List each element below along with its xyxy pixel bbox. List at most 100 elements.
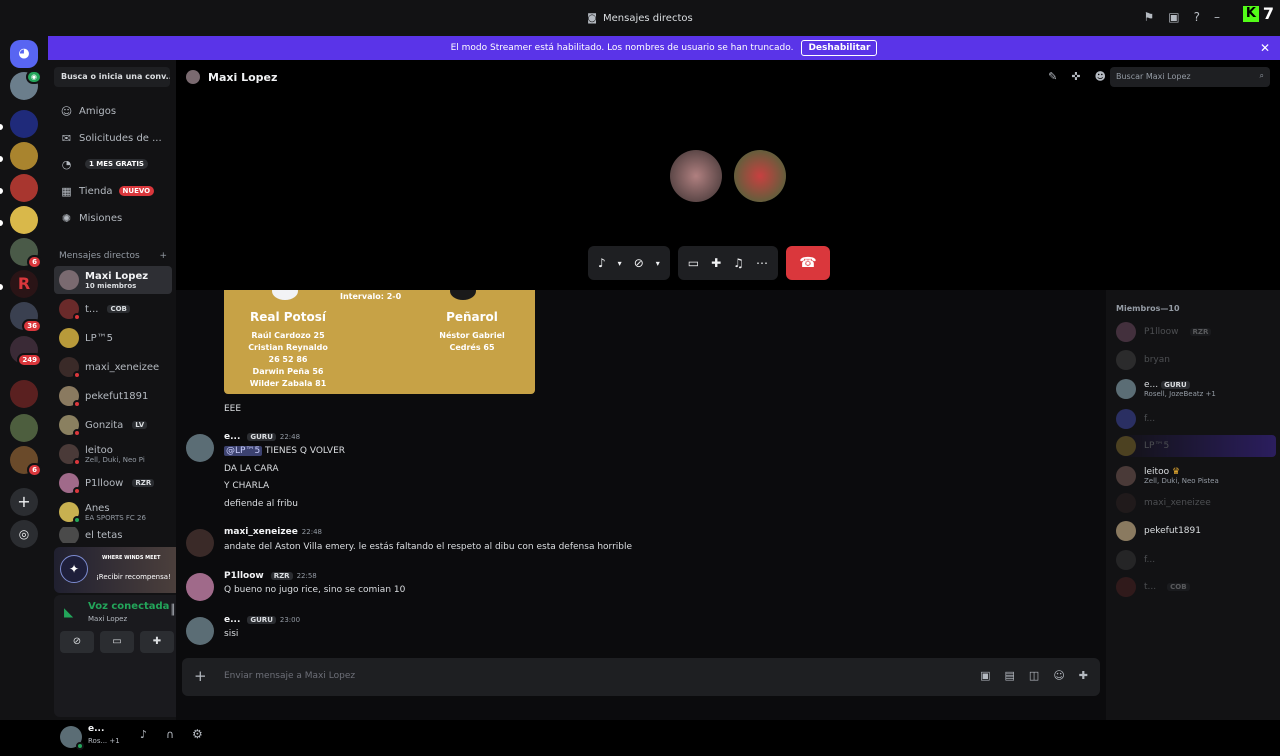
avatar[interactable]: [186, 573, 214, 601]
dm-item[interactable]: t... COB: [54, 295, 172, 323]
server-icon[interactable]: [10, 174, 38, 202]
dm-item[interactable]: leitoo Zell, Duki, Neo Pi: [54, 440, 172, 468]
nav-quests[interactable]: ✺ Misiones: [54, 206, 172, 230]
member-item[interactable]: t... COB: [1116, 576, 1190, 598]
author-name[interactable]: e...: [224, 615, 240, 625]
member-item[interactable]: bryan: [1116, 349, 1170, 371]
server-icon[interactable]: [10, 206, 38, 234]
chevron-down-icon[interactable]: ▾: [656, 259, 660, 268]
attach-plus-icon[interactable]: +: [194, 667, 207, 685]
dm-item[interactable]: pekefut1891: [54, 382, 172, 410]
member-item[interactable]: LP™5: [1116, 435, 1276, 457]
nav-shop[interactable]: ▦ Tienda NUEVO: [54, 179, 172, 203]
message-composer[interactable]: + Enviar mensaje a Maxi Lopez ▣ ▤ ◫ ☺ ✚: [182, 658, 1100, 696]
more-icon[interactable]: ⋯: [756, 256, 768, 270]
pin-icon[interactable]: ✎: [1048, 70, 1057, 83]
gif-icon[interactable]: ▤: [1005, 669, 1015, 682]
member-list-icon[interactable]: ☻: [1095, 70, 1106, 83]
server-folder-icon[interactable]: 6: [10, 446, 42, 477]
quest-badge-icon: ✦: [60, 555, 88, 583]
author-name[interactable]: maxi_xeneizee: [224, 527, 298, 537]
server-folder-icon[interactable]: [10, 414, 38, 442]
dm-sub: 10 miembros: [85, 281, 137, 290]
soundboard-icon[interactable]: ♫: [733, 256, 744, 270]
call-participant-avatar[interactable]: [734, 150, 786, 202]
chevron-down-icon[interactable]: ▾: [618, 259, 622, 268]
avatar[interactable]: [186, 529, 214, 557]
screen-share-icon[interactable]: ▭: [688, 256, 699, 270]
dm-item[interactable]: Anes EA SPORTS FC 26: [54, 498, 172, 526]
user-status: Ros... +1: [88, 737, 120, 745]
discord-home-button[interactable]: ◕: [10, 40, 38, 68]
scorer: Darwin Peña 56: [252, 367, 324, 376]
dm-item[interactable]: LP™5: [54, 324, 172, 352]
nav-message-requests[interactable]: ✉ Solicitudes de ...: [54, 126, 172, 150]
server-folder-icon[interactable]: 249: [10, 336, 42, 367]
mail-icon: ✉: [61, 131, 72, 145]
camera-off-icon[interactable]: ⊘: [60, 631, 94, 653]
member-name: P1lloow: [1144, 327, 1179, 337]
inbox-icon[interactable]: ▣: [1168, 10, 1179, 24]
emoji-icon[interactable]: ☺: [1053, 669, 1064, 682]
author-name[interactable]: e...: [224, 432, 240, 442]
activities-icon[interactable]: ✚: [140, 631, 174, 653]
settings-gear-icon[interactable]: ⚙: [192, 727, 203, 741]
call-area: Maxi Lopez ✎ ✜ ☻ Buscar Maxi Lopez ⌕ ♪ ▾ ⊘ ▾…: [176, 60, 1280, 290]
server-icon[interactable]: 6: [10, 238, 42, 269]
server-folder-icon[interactable]: [10, 380, 38, 408]
microphone-icon[interactable]: ♪: [598, 256, 606, 270]
author-name[interactable]: P1lloow: [224, 571, 264, 581]
scorer: Néstor Gabriel: [439, 331, 505, 340]
close-icon[interactable]: ✕: [1260, 41, 1270, 55]
dm-item[interactable]: maxi_xeneizee: [54, 353, 172, 381]
dm-item[interactable]: el tetas: [54, 527, 172, 543]
search-input[interactable]: Buscar Maxi Lopez ⌕: [1110, 67, 1270, 87]
call-participant-avatar[interactable]: [670, 150, 722, 202]
avatar: [59, 473, 81, 495]
dm-item[interactable]: P1lloow RZR: [54, 469, 172, 497]
member-item[interactable]: maxi_xeneizee: [1116, 492, 1211, 514]
screen-share-icon[interactable]: ▭: [100, 631, 134, 653]
discover-icon[interactable]: ◎: [10, 520, 38, 548]
avatar: [186, 70, 200, 84]
signal-icon: ◣: [64, 605, 74, 619]
member-item[interactable]: leitoo ♛ Zell, Duki, Neo Pistea: [1116, 465, 1219, 487]
voice-channel[interactable]: Maxi Lopez: [88, 615, 127, 623]
nav-friends[interactable]: ☺ Amigos: [54, 99, 172, 123]
server-folder-icon[interactable]: 36: [10, 302, 42, 333]
avatar[interactable]: [186, 617, 214, 645]
minimize-button[interactable]: –: [1214, 10, 1220, 24]
server-rail: ◕ ◉ 6 R 36 249 6 + ◎: [0, 36, 48, 720]
help-icon[interactable]: ?: [1194, 10, 1200, 24]
nav-nitro[interactable]: ◔ 1 MES GRATIS: [54, 152, 172, 176]
server-icon[interactable]: [10, 142, 38, 170]
gift-icon[interactable]: ▣: [980, 669, 990, 682]
server-icon[interactable]: [10, 110, 38, 138]
server-icon[interactable]: R: [10, 270, 38, 298]
activities-icon[interactable]: ✚: [711, 256, 721, 270]
hang-up-button[interactable]: ☎: [785, 246, 830, 280]
member-item[interactable]: P1lloow RZR: [1116, 321, 1212, 343]
avatar[interactable]: [186, 434, 214, 462]
camera-off-icon[interactable]: ⊘: [634, 256, 644, 270]
group-dm-icon[interactable]: ◉: [10, 70, 42, 100]
avatar[interactable]: [60, 726, 84, 750]
headphones-icon[interactable]: ∩: [166, 728, 174, 741]
create-dm-icon[interactable]: +: [159, 251, 167, 261]
find-conversation-button[interactable]: Busca o inicia una conv...: [54, 67, 170, 87]
scoreboard-image[interactable]: Intervalo: 2-0 Real Potosí Raúl Cardozo …: [224, 290, 535, 394]
apps-icon[interactable]: ✚: [1079, 669, 1088, 682]
add-server-icon[interactable]: +: [10, 488, 38, 516]
disable-streamer-button[interactable]: Deshabilitar: [801, 40, 878, 56]
add-friends-icon[interactable]: ✜: [1071, 70, 1080, 83]
sticker-icon[interactable]: ◫: [1029, 669, 1039, 682]
user-mention[interactable]: @LP™5: [224, 446, 263, 456]
member-item[interactable]: f...: [1116, 549, 1155, 571]
dm-item[interactable]: Gonzita LV: [54, 411, 172, 439]
member-item[interactable]: f...: [1116, 408, 1155, 430]
member-item[interactable]: pekefut1891: [1116, 520, 1201, 542]
microphone-icon[interactable]: ♪: [140, 728, 147, 741]
member-item[interactable]: e... GURU Rosell, JozeBeatz +1: [1116, 378, 1216, 400]
dm-item[interactable]: Maxi Lopez 10 miembros: [54, 266, 172, 294]
flag-icon[interactable]: ⚑: [1144, 10, 1155, 24]
